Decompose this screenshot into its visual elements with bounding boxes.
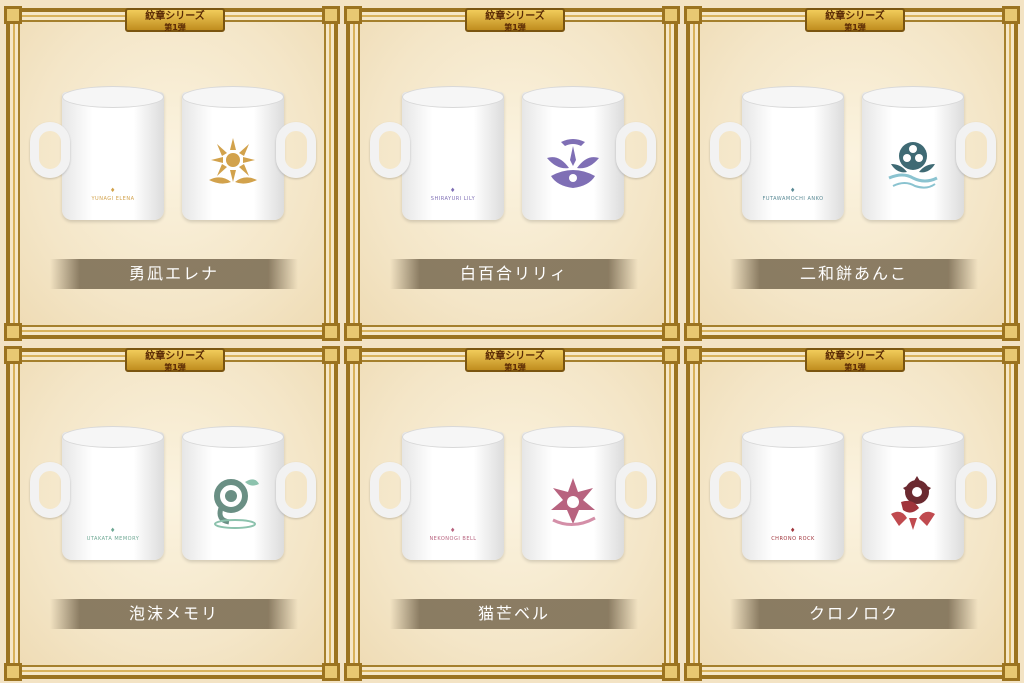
mug-handle: [616, 122, 656, 178]
frame-corner: [344, 663, 362, 681]
frame-corner: [1002, 663, 1020, 681]
mug-label: ♦ FUTAWAMOCHI ANKO: [762, 187, 824, 202]
mug-back: ♦ SHIRAYURI LILY: [370, 86, 504, 220]
bubble-emblem-icon: [214, 479, 259, 529]
gear-emblem-icon: [891, 476, 935, 530]
mug-back: ♦ NEKONOGI BELL: [370, 426, 504, 560]
mug-back: ♦ UTAKATA MEMORY: [30, 426, 164, 560]
mug-front: [182, 426, 316, 560]
character-name: 勇凪エレナ: [50, 259, 298, 289]
mug-handle: [616, 462, 656, 518]
frame-corner: [684, 323, 702, 341]
mug-label: ♦ CHRONO ROCK: [771, 527, 815, 542]
mug-back: ♦ FUTAWAMOCHI ANKO: [710, 86, 844, 220]
frame-corner: [322, 663, 340, 681]
mug-front: [182, 86, 316, 220]
mug-back: ♦ CHRONO ROCK: [710, 426, 844, 560]
series-title: 紋章シリーズ: [825, 351, 885, 362]
character-name: 白百合リリィ: [390, 259, 638, 289]
character-name: 猫芒ベル: [390, 599, 638, 629]
sun-emblem-icon: [209, 138, 257, 184]
frame-corner: [322, 323, 340, 341]
character-name: 二和餅あんこ: [730, 259, 978, 289]
series-sub: 第1弾: [504, 23, 526, 32]
frame-corner: [662, 6, 680, 24]
frame-corner: [344, 346, 362, 364]
mug-handle: [276, 122, 316, 178]
mug-handle: [276, 462, 316, 518]
mug-handle: [956, 122, 996, 178]
mug-handle: [370, 122, 410, 178]
mug-label: ♦ SHIRAYURI LILY: [430, 187, 476, 202]
frame-corner: [344, 323, 362, 341]
series-sub: 第1弾: [504, 363, 526, 372]
product-card[interactable]: 紋章シリーズ 第1弾 ♦ FUTAWAMOCHI ANKO 二和餅あんこ: [684, 6, 1020, 341]
mug-handle: [370, 462, 410, 518]
series-banner: 紋章シリーズ 第1弾: [125, 8, 225, 32]
series-banner: 紋章シリーズ 第1弾: [125, 348, 225, 372]
product-card[interactable]: 紋章シリーズ 第1弾 ♦ UTAKATA MEMORY 泡沫メモリ: [4, 346, 340, 681]
frame-corner: [1002, 346, 1020, 364]
frame-corner: [684, 6, 702, 24]
frame-corner: [662, 346, 680, 364]
product-card[interactable]: 紋章シリーズ 第1弾 ♦ SHIRAYURI LILY 白百合リリィ: [344, 6, 680, 341]
mug-front: [862, 86, 996, 220]
mug-label: ♦ UTAKATA MEMORY: [86, 527, 140, 542]
frame-corner: [322, 6, 340, 24]
wing-emblem-icon: [547, 139, 599, 188]
character-name: クロノロク: [730, 599, 978, 629]
frame-corner: [322, 346, 340, 364]
frame-corner: [684, 663, 702, 681]
frame-corner: [684, 346, 702, 364]
mug-handle: [710, 462, 750, 518]
mug-label: ♦ YUNAGI ELENA: [91, 187, 135, 202]
series-banner: 紋章シリーズ 第1弾: [465, 348, 565, 372]
frame-corner: [4, 323, 22, 341]
mug-front: [862, 426, 996, 560]
series-title: 紋章シリーズ: [825, 11, 885, 22]
frame-corner: [344, 6, 362, 24]
frame-corner: [662, 323, 680, 341]
frame-corner: [1002, 323, 1020, 341]
frame-corner: [1002, 6, 1020, 24]
frame-corner: [4, 663, 22, 681]
frame-corner: [4, 6, 22, 24]
series-title: 紋章シリーズ: [145, 351, 205, 362]
series-sub: 第1弾: [844, 23, 866, 32]
mug-handle: [710, 122, 750, 178]
star-flower-emblem-icon: [551, 478, 596, 526]
frame-corner: [662, 663, 680, 681]
product-card[interactable]: 紋章シリーズ 第1弾 ♦ NEKONOGI BELL 猫芒ベル: [344, 346, 680, 681]
series-sub: 第1弾: [164, 363, 186, 372]
product-card[interactable]: 紋章シリーズ 第1弾 ♦ CHRONO ROCK クロノロク: [684, 346, 1020, 681]
flower-wave-emblem-icon: [888, 142, 938, 189]
mug-label: ♦ NEKONOGI BELL: [429, 527, 477, 542]
series-sub: 第1弾: [164, 23, 186, 32]
series-banner: 紋章シリーズ 第1弾: [465, 8, 565, 32]
mug-front: [522, 86, 656, 220]
series-title: 紋章シリーズ: [485, 11, 545, 22]
product-card[interactable]: 紋章シリーズ 第1弾 ♦ YUNAGI ELENA 勇凪エレナ: [4, 6, 340, 341]
series-sub: 第1弾: [844, 363, 866, 372]
mug-handle: [956, 462, 996, 518]
series-banner: 紋章シリーズ 第1弾: [805, 348, 905, 372]
mug-front: [522, 426, 656, 560]
character-name: 泡沫メモリ: [50, 599, 298, 629]
series-title: 紋章シリーズ: [145, 11, 205, 22]
mug-grid: 紋章シリーズ 第1弾 ♦ YUNAGI ELENA 勇凪エレナ 紋章シリーズ 第…: [0, 0, 1024, 683]
mug-handle: [30, 122, 70, 178]
series-title: 紋章シリーズ: [485, 351, 545, 362]
mug-handle: [30, 462, 70, 518]
mug-back: ♦ YUNAGI ELENA: [30, 86, 164, 220]
series-banner: 紋章シリーズ 第1弾: [805, 8, 905, 32]
frame-corner: [4, 346, 22, 364]
